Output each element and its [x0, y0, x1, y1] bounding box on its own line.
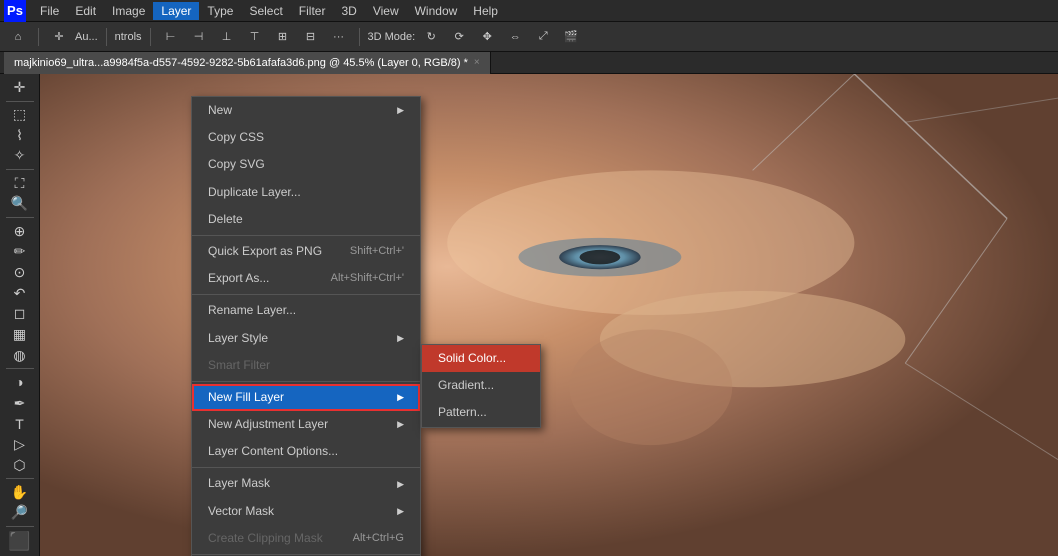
tool-blur[interactable]: ◍ — [4, 346, 36, 365]
tool-foreground-color[interactable]: ⬛ — [4, 531, 36, 552]
menu-item-export-as[interactable]: Export As... Alt+Shift+Ctrl+' — [192, 265, 420, 292]
tool-move[interactable]: ✛ — [4, 78, 36, 97]
menu-sep-2 — [192, 294, 420, 295]
tab-filename: majkinio69_ultra...a9984f5a-d557-4592-92… — [14, 57, 468, 69]
menu-bar: Ps File Edit Image Layer Type Select Fil… — [0, 0, 1058, 22]
menu-item-new[interactable]: New — [192, 97, 420, 124]
toolbar-sep-3 — [150, 28, 151, 46]
tool-sep-3 — [6, 217, 34, 218]
toolbar-controls-label: ntrols — [115, 31, 142, 43]
toolbar-3d-roll[interactable]: ⟳ — [447, 25, 471, 49]
menu-item-delete[interactable]: Delete — [192, 206, 420, 233]
menu-item-layer-mask[interactable]: Layer Mask — [192, 470, 420, 497]
toolbar-home[interactable]: ⌂ — [6, 25, 30, 49]
menu-item-layer-style[interactable]: Layer Style — [192, 325, 420, 352]
tool-crop[interactable]: ⛶ — [4, 174, 36, 193]
tool-sep-2 — [6, 169, 34, 170]
toolbar-sep-4 — [359, 28, 360, 46]
menu-help[interactable]: Help — [465, 2, 506, 20]
tool-magic-wand[interactable]: ✧ — [4, 147, 36, 166]
tool-dodge[interactable]: ◑ — [4, 373, 36, 392]
tab-close[interactable]: × — [474, 57, 480, 68]
toolbar-3d-rotate[interactable]: ↻ — [419, 25, 443, 49]
toolbar-align-left[interactable]: ⊢ — [159, 25, 183, 49]
tool-path-select[interactable]: ▷ — [4, 435, 36, 454]
document-tab[interactable]: majkinio69_ultra...a9984f5a-d557-4592-92… — [4, 52, 491, 74]
menu-item-rename-layer[interactable]: Rename Layer... — [192, 297, 420, 324]
tool-sep-5 — [6, 478, 34, 479]
menu-sep-5 — [192, 554, 420, 555]
toolbar-align-right[interactable]: ⊥ — [215, 25, 239, 49]
toolbar-camera[interactable]: 🎬 — [559, 25, 583, 49]
submenu-item-gradient[interactable]: Gradient... — [422, 372, 540, 399]
toolbar-align-top[interactable]: ⊤ — [243, 25, 267, 49]
menu-item-layer-content-options[interactable]: Layer Content Options... — [192, 438, 420, 465]
menu-3d[interactable]: 3D — [333, 2, 364, 20]
tool-sep-4 — [6, 368, 34, 369]
toolbar-align-bottom[interactable]: ⊟ — [299, 25, 323, 49]
submenu-item-solid-color[interactable]: Solid Color... — [422, 345, 540, 372]
tool-pen[interactable]: ✒ — [4, 394, 36, 413]
app-logo: Ps — [4, 0, 26, 22]
menu-view[interactable]: View — [365, 2, 407, 20]
layer-dropdown-menu: New Copy CSS Copy SVG Duplicate Layer...… — [191, 96, 421, 556]
menu-sep-4 — [192, 467, 420, 468]
menu-item-duplicate-layer[interactable]: Duplicate Layer... — [192, 179, 420, 206]
submenu-item-pattern[interactable]: Pattern... — [422, 399, 540, 426]
tool-marquee[interactable]: ⬚ — [4, 105, 36, 124]
canvas-area: New Copy CSS Copy SVG Duplicate Layer...… — [40, 74, 1058, 556]
tool-eraser[interactable]: ◻ — [4, 304, 36, 323]
menu-edit[interactable]: Edit — [67, 2, 104, 20]
menu-type[interactable]: Type — [199, 2, 241, 20]
main-area: ✛ ⬚ ⌇ ✧ ⛶ 🔍 ⊕ ✏ ⊙ ↶ ◻ ▦ ◍ ◑ ✒ T ▷ ⬡ ✋ 🔎 … — [0, 74, 1058, 556]
tool-hand[interactable]: ✋ — [4, 483, 36, 502]
menu-sep-1 — [192, 235, 420, 236]
toolbar-align-center[interactable]: ⊣ — [187, 25, 211, 49]
tool-zoom[interactable]: 🔎 — [4, 504, 36, 523]
tool-spot-heal[interactable]: ⊕ — [4, 222, 36, 241]
tool-type[interactable]: T — [4, 414, 36, 433]
tool-eyedropper[interactable]: 🔍 — [4, 195, 36, 214]
fill-layer-submenu: Solid Color... Gradient... Pattern... — [421, 344, 541, 428]
menu-item-copy-svg[interactable]: Copy SVG — [192, 151, 420, 178]
tool-brush[interactable]: ✏ — [4, 242, 36, 261]
menu-file[interactable]: File — [32, 2, 67, 20]
toolbar-3d-slide[interactable]: ⇔ — [503, 25, 527, 49]
tool-shape[interactable]: ⬡ — [4, 456, 36, 475]
tool-sep-6 — [6, 526, 34, 527]
toolbar-3d-mode: 3D Mode: — [368, 31, 416, 43]
menu-window[interactable]: Window — [407, 2, 466, 20]
menu-item-create-clipping-mask: Create Clipping Mask Alt+Ctrl+G — [192, 525, 420, 552]
toolbar-3d-pan[interactable]: ✥ — [475, 25, 499, 49]
toolbar-move[interactable]: ✛ — [47, 25, 71, 49]
toolbar: ⌂ ✛ Au... ntrols ⊢ ⊣ ⊥ ⊤ ⊞ ⊟ ··· 3D Mode… — [0, 22, 1058, 52]
menu-layer[interactable]: Layer — [153, 2, 199, 20]
tool-stamp[interactable]: ⊙ — [4, 263, 36, 282]
menu-filter[interactable]: Filter — [291, 2, 334, 20]
menu-sep-3 — [192, 381, 420, 382]
toolbar-sep-1 — [38, 28, 39, 46]
tool-lasso[interactable]: ⌇ — [4, 126, 36, 145]
menu-select[interactable]: Select — [241, 2, 290, 20]
toolbar-align-middle[interactable]: ⊞ — [271, 25, 295, 49]
menu-item-smart-filter: Smart Filter — [192, 352, 420, 379]
menu-item-quick-export[interactable]: Quick Export as PNG Shift+Ctrl+' — [192, 238, 420, 265]
menu-image[interactable]: Image — [104, 2, 153, 20]
menu-item-new-adjustment-layer[interactable]: New Adjustment Layer — [192, 411, 420, 438]
toolbar-3d-scale[interactable]: ⤢ — [531, 25, 555, 49]
tab-bar: majkinio69_ultra...a9984f5a-d557-4592-92… — [0, 52, 1058, 74]
tool-history[interactable]: ↶ — [4, 284, 36, 303]
menu-item-vector-mask[interactable]: Vector Mask — [192, 498, 420, 525]
menu-item-copy-css[interactable]: Copy CSS — [192, 124, 420, 151]
tool-panel: ✛ ⬚ ⌇ ✧ ⛶ 🔍 ⊕ ✏ ⊙ ↶ ◻ ▦ ◍ ◑ ✒ T ▷ ⬡ ✋ 🔎 … — [0, 74, 40, 556]
tool-sep-1 — [6, 101, 34, 102]
toolbar-sep-2 — [106, 28, 107, 46]
tool-gradient[interactable]: ▦ — [4, 325, 36, 344]
toolbar-more[interactable]: ··· — [327, 25, 351, 49]
toolbar-auto-label: Au... — [75, 31, 98, 43]
menu-item-new-fill-layer[interactable]: New Fill Layer — [192, 384, 420, 411]
